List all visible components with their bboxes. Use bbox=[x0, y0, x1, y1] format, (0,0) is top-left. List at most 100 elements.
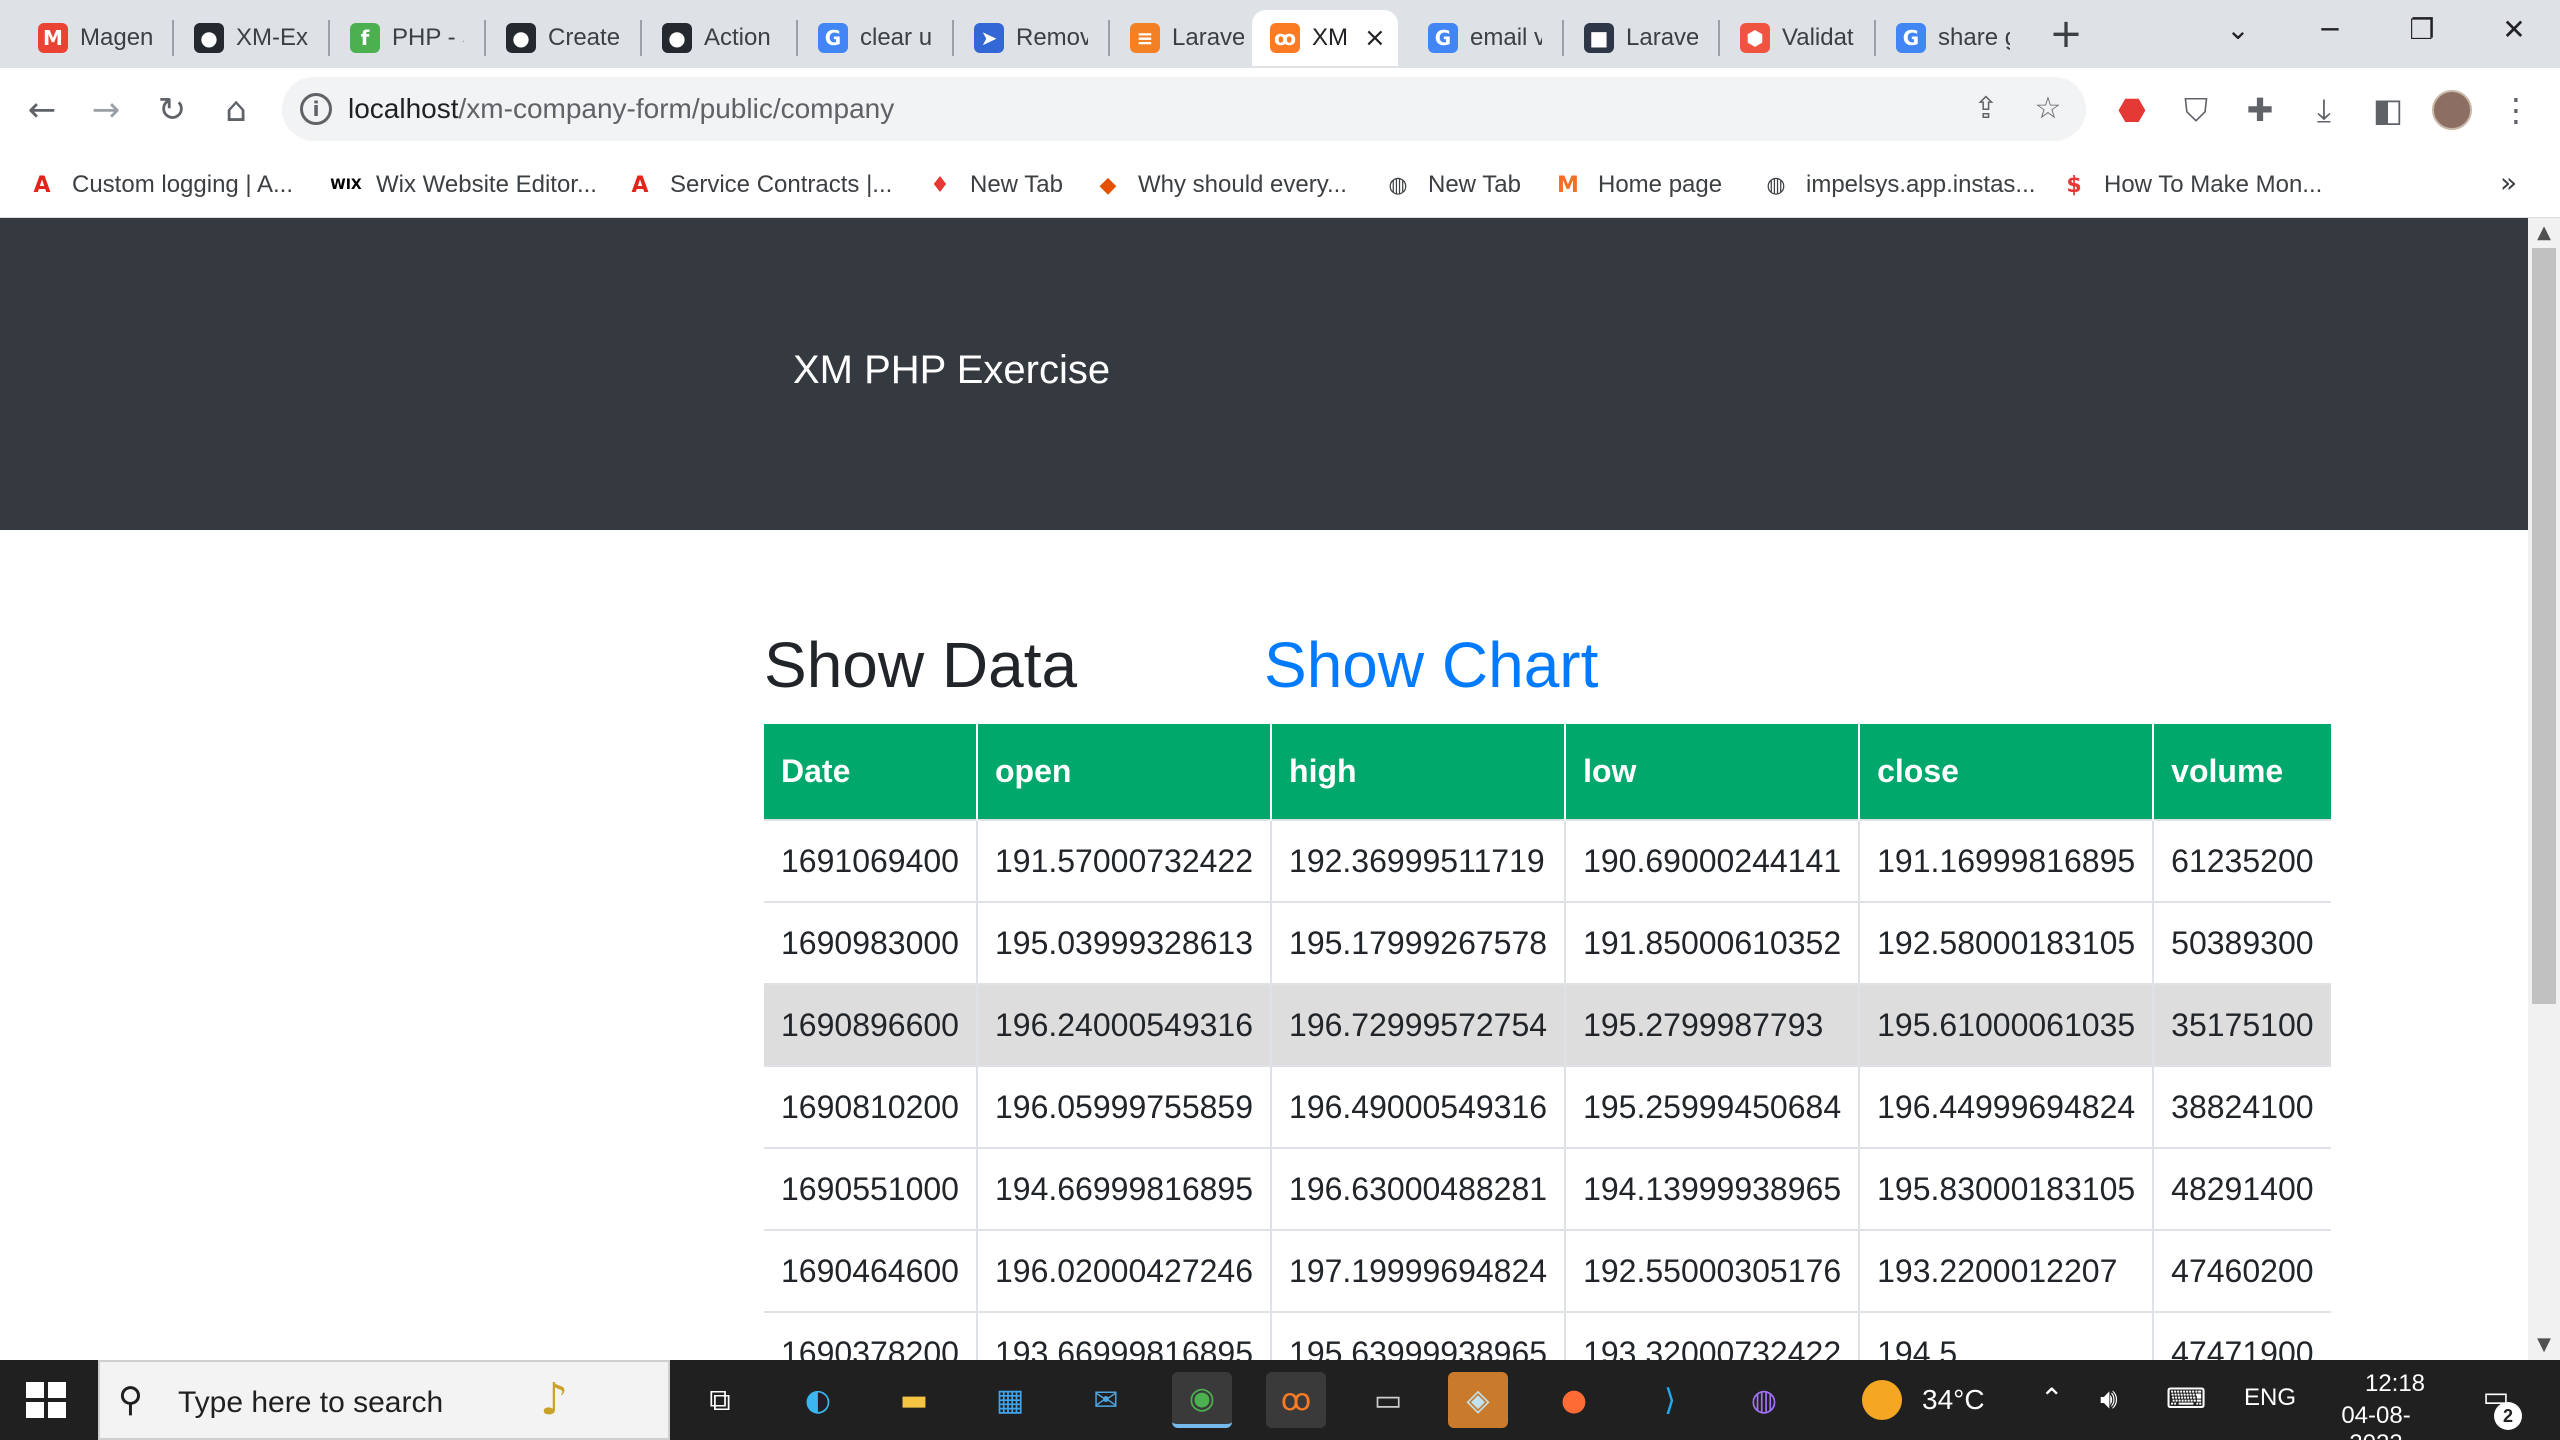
browser-tab[interactable]: M Magen bbox=[20, 10, 164, 66]
minimize-icon[interactable]: ─ bbox=[2310, 10, 2350, 50]
browser-tab[interactable]: ● Action bbox=[644, 10, 788, 66]
browser-tab[interactable]: ꝏ XM × bbox=[1252, 10, 1398, 66]
close-tab-icon[interactable]: × bbox=[1364, 23, 1386, 53]
taskbar-search-box[interactable]: ⚲ Type here to search ♪ bbox=[98, 1360, 670, 1440]
bookmark-label: How To Make Mon... bbox=[2104, 171, 2323, 198]
github-desktop-icon[interactable]: ◍ bbox=[1734, 1372, 1794, 1428]
address-bar[interactable]: i localhost/xm-company-form/public/compa… bbox=[282, 77, 2086, 141]
weather-icon[interactable] bbox=[1862, 1380, 1902, 1420]
browser-tab[interactable]: ■ Laravel bbox=[1566, 10, 1710, 66]
browser-tab[interactable]: Gshare g bbox=[1878, 10, 2022, 66]
more-bookmarks-chevron-icon[interactable]: » bbox=[2500, 166, 2517, 199]
browser-tab[interactable]: ⬢ Validat bbox=[1722, 10, 1866, 66]
bookmark-item[interactable]: A Service Contracts |... bbox=[624, 166, 892, 204]
tab-search-chevron-icon[interactable]: ⌄ bbox=[2218, 10, 2258, 50]
clock-date[interactable]: 04-08-2023 bbox=[2316, 1402, 2436, 1440]
restore-icon[interactable]: ❐ bbox=[2402, 10, 2442, 50]
wix-icon: WIX bbox=[330, 177, 362, 193]
chrome-icon[interactable]: ◉ bbox=[1172, 1372, 1232, 1428]
bookmark-item[interactable]: WIX Wix Website Editor... bbox=[330, 166, 597, 204]
vscode-icon[interactable]: ⟩ bbox=[1640, 1372, 1700, 1428]
show-hidden-icons-icon[interactable]: ⌃ bbox=[2040, 1382, 2063, 1415]
file-explorer-icon[interactable]: ▬ bbox=[884, 1372, 944, 1428]
extensions-puzzle-icon[interactable]: ✚ bbox=[2238, 88, 2282, 132]
microsoft-store-icon[interactable]: ▦ bbox=[980, 1372, 1040, 1428]
table-row: 1690896600 196.24000549316 196.72999572754… bbox=[764, 983, 2331, 1066]
download-icon[interactable]: ⤓ bbox=[2302, 88, 2346, 132]
terminal-icon[interactable]: ▭ bbox=[1358, 1372, 1418, 1428]
scroll-up-icon[interactable]: ▲ bbox=[2528, 218, 2560, 248]
bookmark-item[interactable]: M Home page bbox=[1552, 166, 1722, 204]
table-row: 1690810200 196.05999755859 196.49000549316… bbox=[764, 1065, 2331, 1148]
browser-tab[interactable]: ≡ Laravel bbox=[1112, 10, 1256, 66]
url-text[interactable]: localhost/xm-company-form/public/company bbox=[348, 93, 894, 125]
edge-browser-icon[interactable]: ◐ bbox=[788, 1372, 848, 1428]
browser-tab-label: Magen bbox=[80, 24, 152, 51]
cell-high: 196.72999572754 bbox=[1271, 983, 1567, 1066]
mail-icon[interactable]: ✉ bbox=[1076, 1372, 1136, 1428]
share-icon[interactable]: ⇪ bbox=[1968, 91, 2004, 127]
bookmark-item[interactable]: ◍ impelsys.app.instas... bbox=[1760, 166, 2035, 204]
task-view-icon[interactable]: ⧉ bbox=[690, 1372, 750, 1428]
close-window-icon[interactable]: ✕ bbox=[2494, 10, 2534, 50]
stock-data-table: Date open high low close volume 16910694… bbox=[764, 724, 2331, 1360]
tab-show-data[interactable]: Show Data bbox=[764, 628, 1077, 702]
back-arrow-icon[interactable]: ← bbox=[20, 88, 64, 132]
xampp-icon[interactable]: ꝏ bbox=[1266, 1372, 1326, 1428]
tab-separator bbox=[1108, 20, 1110, 56]
scroll-thumb[interactable] bbox=[2532, 248, 2556, 1004]
cell-close: 192.58000183105 bbox=[1859, 901, 2155, 984]
browser-toolbar: ← → ↻ ⌂ i localhost/xm-company-form/publ… bbox=[0, 68, 2560, 152]
tab-show-chart[interactable]: Show Chart bbox=[1264, 628, 1598, 702]
browser-tab[interactable]: ● XM-Ex bbox=[176, 10, 320, 66]
bookmark-item[interactable]: $ How To Make Mon... bbox=[2058, 166, 2322, 204]
money-icon: $ bbox=[2066, 172, 2082, 198]
browser-tab-label: Create bbox=[548, 24, 620, 51]
windows-taskbar: ⚲ Type here to search ♪ ⧉ ◐ ▬ ▦ ✉ ◉ ꝏ ▭ … bbox=[0, 1360, 2560, 1440]
paper-plane-icon: ➤ bbox=[974, 23, 1004, 53]
bookmark-star-icon[interactable]: ☆ bbox=[2030, 91, 2066, 127]
cell-close: 194.5 bbox=[1859, 1311, 2155, 1360]
browser-menu-icon[interactable]: ⋮ bbox=[2494, 88, 2538, 132]
bookmark-label: New Tab bbox=[970, 171, 1063, 198]
profile-avatar[interactable] bbox=[2432, 90, 2472, 130]
browser-tab[interactable]: ➤ Remov bbox=[956, 10, 1100, 66]
volume-icon[interactable]: 🔊︎ bbox=[2100, 1382, 2118, 1416]
side-panel-icon[interactable]: ◧ bbox=[2366, 88, 2410, 132]
windows-start-icon[interactable] bbox=[18, 1378, 74, 1422]
gmail-icon: M bbox=[38, 23, 68, 53]
bird-icon: ◆ bbox=[1099, 172, 1117, 198]
home-icon[interactable]: ⌂ bbox=[214, 88, 258, 132]
reload-icon[interactable]: ↻ bbox=[150, 88, 194, 132]
site-info-icon[interactable]: i bbox=[300, 93, 332, 125]
cell-date: 1690464600 bbox=[764, 1229, 978, 1312]
page-content: XM PHP Exercise Show Data Show Chart Dat… bbox=[0, 218, 2528, 1360]
weather-temperature[interactable]: 34°C bbox=[1922, 1384, 1985, 1416]
postman-icon[interactable]: ● bbox=[1544, 1372, 1604, 1428]
php-icon: f bbox=[350, 23, 380, 53]
cell-volume: 61235200 bbox=[2153, 819, 2331, 902]
bookmark-item[interactable]: ◍ New Tab bbox=[1382, 166, 1521, 204]
keyboard-icon[interactable]: ⌨ bbox=[2166, 1382, 2206, 1415]
clock-time[interactable]: 12:18 bbox=[2340, 1370, 2450, 1398]
browser-tab[interactable]: ● Create bbox=[488, 10, 632, 66]
bookmark-item[interactable]: A Custom logging | A... bbox=[26, 166, 293, 204]
globe-icon: ◍ bbox=[1388, 172, 1408, 198]
table-row: 1690464600 196.02000427246 197.19999694824… bbox=[764, 1229, 2331, 1312]
notepad-icon[interactable]: ◈ bbox=[1448, 1372, 1508, 1428]
browser-tab[interactable]: Gclear u bbox=[800, 10, 944, 66]
input-language[interactable]: ENG bbox=[2244, 1384, 2296, 1412]
bookmark-item[interactable]: ◆ Why should every... bbox=[1092, 166, 1347, 204]
bookmark-item[interactable]: ♦ New Tab bbox=[924, 166, 1063, 204]
scroll-down-icon[interactable]: ▼ bbox=[2528, 1330, 2560, 1360]
shield-extension-icon[interactable]: ⛉ bbox=[2174, 88, 2218, 132]
adblock-extension-icon[interactable]: ⬣ bbox=[2110, 88, 2154, 132]
forward-arrow-icon[interactable]: → bbox=[84, 88, 128, 132]
browser-tab-label: Laravel bbox=[1172, 24, 1244, 51]
github-icon: ● bbox=[662, 23, 692, 53]
page-scrollbar[interactable]: ▲ ▼ bbox=[2528, 218, 2560, 1360]
new-tab-button[interactable]: + bbox=[2046, 14, 2086, 54]
cell-open: 193.66999816895 bbox=[976, 1311, 1273, 1360]
browser-tab[interactable]: Gemail v bbox=[1410, 10, 1554, 66]
browser-tab[interactable]: f PHP - S bbox=[332, 10, 476, 66]
